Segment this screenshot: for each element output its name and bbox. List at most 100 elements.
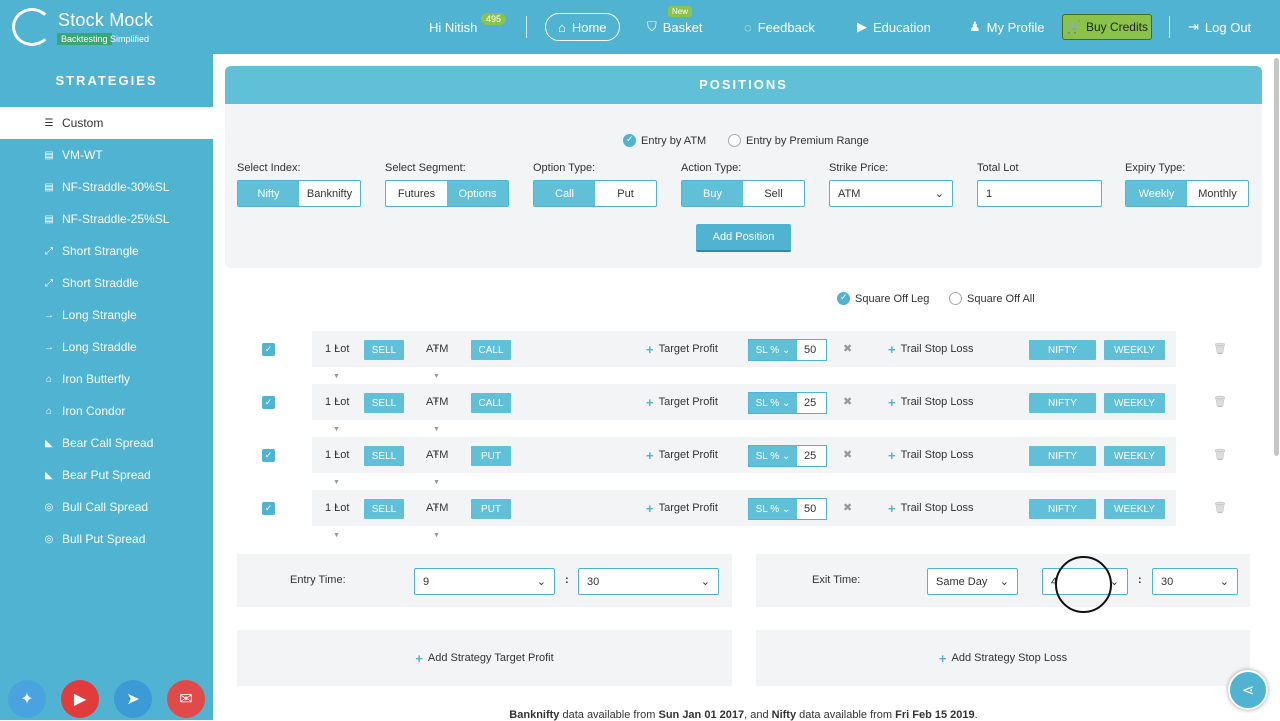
index-option-banknifty[interactable]: Banknifty [299,181,360,206]
entry-by-premium-radio[interactable]: Entry by Premium Range [728,134,869,147]
sl-value-input[interactable]: 50 [797,340,826,360]
add-strategy-target-button[interactable]: + Add Strategy Target Profit [237,630,732,686]
home-link[interactable]: ⌂ Home [545,13,620,41]
sidebar-item[interactable]: ☰ Custom [0,107,213,139]
buy-credits-button[interactable]: 🛒 Buy Credits [1062,14,1152,40]
trash-icon[interactable]: 🗑 [1213,448,1227,461]
sl-type-select[interactable]: SL % ⌄ [749,393,797,413]
trail-stop-loss-toggle[interactable]: + Trail Stop Loss [888,437,974,473]
trash-icon[interactable]: 🗑 [1213,395,1227,408]
leg-checkbox[interactable]: ✓ [262,396,275,409]
note-text-1: data available from [559,709,659,721]
action-type-buy[interactable]: Buy [682,181,743,206]
sl-value-input[interactable]: 25 [797,446,826,466]
expiry-type-monthly[interactable]: Monthly [1187,181,1248,206]
expiry-type-weekly[interactable]: Weekly [1126,181,1187,206]
youtube-icon[interactable]: ▶ [61,680,99,718]
share-icon[interactable]: ⋖ [1228,670,1268,710]
nav-divider [526,16,527,38]
sidebar-item[interactable]: ▤ NF-Straddle-25%SL [0,203,213,235]
scrollbar[interactable] [1274,58,1279,456]
leg-checkbox[interactable]: ✓ [262,449,275,462]
entry-minute-select[interactable]: 30 ⌄ [578,568,719,595]
sidebar-item[interactable]: ◣ Bear Call Spread [0,427,213,459]
segment-option-options[interactable]: Options [447,181,508,206]
leg-expiry-chip[interactable]: WEEKLY [1104,340,1165,360]
add-strategy-stop-loss-button[interactable]: + Add Strategy Stop Loss [756,630,1250,686]
leg-action-chip[interactable]: SELL [364,393,404,413]
target-profit-toggle[interactable]: + Target Profit [646,437,718,473]
sidebar-item[interactable]: ⤢ Short Straddle [0,267,213,299]
sidebar-item[interactable]: ◎ Bull Put Spread [0,523,213,555]
sl-value-input[interactable]: 50 [797,499,826,519]
leg-option-type-chip[interactable]: CALL [471,340,511,360]
target-profit-toggle[interactable]: + Target Profit [646,331,718,367]
leg-action-chip[interactable]: SELL [364,499,404,519]
sidebar-item[interactable]: ◣ Bear Put Spread [0,459,213,491]
twitter-icon[interactable]: ✦ [8,680,46,718]
sidebar-item[interactable]: → Long Strangle [0,299,213,331]
trail-stop-loss-toggle[interactable]: + Trail Stop Loss [888,331,974,367]
exit-minute-select[interactable]: 30 ⌄ [1152,568,1238,595]
note-text-3: data available from [796,709,896,721]
leg-index-chip[interactable]: NIFTY [1029,340,1096,360]
sidebar-item[interactable]: ▤ NF-Straddle-30%SL [0,171,213,203]
sl-value-input[interactable]: 25 [797,393,826,413]
option-type-call[interactable]: Call [534,181,595,206]
close-icon[interactable]: ✖ [843,395,852,408]
leg-option-type-chip[interactable]: PUT [471,446,511,466]
target-profit-toggle[interactable]: + Target Profit [646,384,718,420]
total-lot-input[interactable]: 1 [977,180,1102,207]
strike-price-select[interactable]: ATM ⌄ [829,180,953,207]
leg-action-chip[interactable]: SELL [364,340,404,360]
trail-stop-loss-label: Trail Stop Loss [900,343,974,355]
logo[interactable]: Stock Mock Backtesting Simplified [12,8,162,48]
trash-icon[interactable]: 🗑 [1213,342,1227,355]
sidebar-item[interactable]: ⌂ Iron Butterfly [0,363,213,395]
education-label: Education [873,19,931,35]
close-icon[interactable]: ✖ [843,448,852,461]
leg-index-chip[interactable]: NIFTY [1029,446,1096,466]
sidebar-item[interactable]: ⤢ Short Strangle [0,235,213,267]
logout-link[interactable]: ⇥ Log Out [1188,13,1251,41]
add-position-button[interactable]: Add Position [696,224,791,252]
sidebar-item[interactable]: ⌂ Iron Condor [0,395,213,427]
option-type-put[interactable]: Put [595,181,656,206]
target-profit-toggle[interactable]: + Target Profit [646,490,718,526]
entry-hour-select[interactable]: 9 ⌄ [414,568,555,595]
leg-checkbox[interactable]: ✓ [262,343,275,356]
close-icon[interactable]: ✖ [843,342,852,355]
leg-action-chip[interactable]: SELL [364,446,404,466]
leg-index-chip[interactable]: NIFTY [1029,393,1096,413]
sidebar-item[interactable]: ◎ Bull Call Spread [0,491,213,523]
action-type-sell[interactable]: Sell [743,181,804,206]
sidebar-item[interactable]: ▤ VM-WT [0,139,213,171]
leg-expiry-chip[interactable]: WEEKLY [1104,393,1165,413]
leg-checkbox[interactable]: ✓ [262,502,275,515]
sl-type-select[interactable]: SL % ⌄ [749,499,797,519]
basket-link[interactable]: ⛉ Basket [647,13,703,41]
square-off-all-radio[interactable]: Square Off All [949,292,1035,305]
leg-expiry-chip[interactable]: WEEKLY [1104,446,1165,466]
close-icon[interactable]: ✖ [843,501,852,514]
trail-stop-loss-toggle[interactable]: + Trail Stop Loss [888,384,974,420]
exit-day-select[interactable]: Same Day ⌄ [927,568,1018,595]
sl-type-select[interactable]: SL % ⌄ [749,446,797,466]
leg-index-chip[interactable]: NIFTY [1029,499,1096,519]
leg-expiry-chip[interactable]: WEEKLY [1104,499,1165,519]
trail-stop-loss-toggle[interactable]: + Trail Stop Loss [888,490,974,526]
leg-option-type-chip[interactable]: CALL [471,393,511,413]
segment-option-futures[interactable]: Futures [386,181,447,206]
index-option-nifty[interactable]: Nifty [238,181,299,206]
feedback-link[interactable]: ◌ Feedback [744,13,815,41]
square-off-leg-radio[interactable]: Square Off Leg [837,292,929,305]
sidebar-item[interactable]: → Long Straddle [0,331,213,363]
sl-type-select[interactable]: SL % ⌄ [749,340,797,360]
leg-option-type-chip[interactable]: PUT [471,499,511,519]
mail-icon[interactable]: ✉ [167,680,205,718]
trash-icon[interactable]: 🗑 [1213,501,1227,514]
education-link[interactable]: ▶ Education [857,13,931,41]
telegram-icon[interactable]: ➤ [114,680,152,718]
entry-by-atm-radio[interactable]: Entry by ATM [623,134,706,147]
profile-link[interactable]: ♟ My Profile [969,13,1044,41]
